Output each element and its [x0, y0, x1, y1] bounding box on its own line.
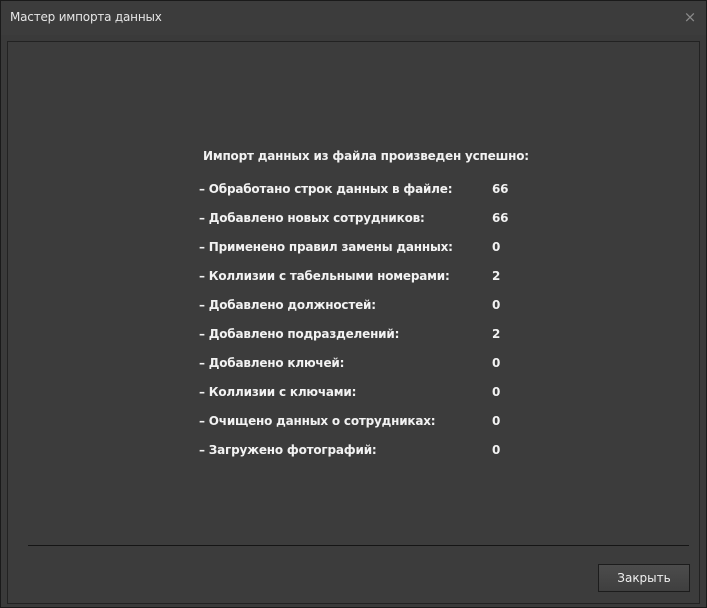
- stat-label: – Добавлено новых сотрудников:: [199, 211, 425, 225]
- close-button[interactable]: Закрыть: [598, 564, 690, 592]
- stat-row: – Добавлено ключей: 0: [199, 356, 532, 385]
- stat-label: – Обработано строк данных в файле:: [199, 182, 453, 196]
- stat-label: – Добавлено ключей:: [199, 356, 345, 370]
- import-wizard-window: Мастер импорта данных × Импорт данных из…: [0, 0, 707, 608]
- stat-label: – Коллизии с ключами:: [199, 385, 357, 399]
- stat-value: 2: [492, 269, 501, 283]
- stat-value: 66: [492, 211, 509, 225]
- stat-row: – Применено правил замены данных: 0: [199, 240, 532, 269]
- stat-row: – Коллизии с табельными номерами: 2: [199, 269, 532, 298]
- stat-value: 0: [492, 443, 501, 457]
- window-title: Мастер импорта данных: [10, 10, 162, 24]
- stat-value: 0: [492, 298, 501, 312]
- stat-label: – Добавлено должностей:: [199, 298, 376, 312]
- stat-value: 0: [492, 385, 501, 399]
- footer-divider: [28, 545, 689, 546]
- stat-value: 0: [492, 240, 501, 254]
- content-panel: Импорт данных из файла произведен успешн…: [7, 41, 700, 604]
- close-icon[interactable]: ×: [680, 7, 700, 27]
- stat-row: – Добавлено новых сотрудников: 66: [199, 211, 532, 240]
- stat-label: – Загружено фотографий:: [199, 443, 377, 457]
- stat-label: – Коллизии с табельными номерами:: [199, 269, 450, 283]
- stat-row: – Очищено данных о сотрудниках: 0: [199, 414, 532, 443]
- title-bar[interactable]: Мастер импорта данных ×: [1, 1, 706, 35]
- stat-row: – Добавлено подразделений: 2: [199, 327, 532, 356]
- stat-label: – Применено правил замены данных:: [199, 240, 453, 254]
- stat-label: – Очищено данных о сотрудниках:: [199, 414, 436, 428]
- stat-row: – Добавлено должностей: 0: [199, 298, 532, 327]
- stat-row: – Обработано строк данных в файле: 66: [199, 182, 532, 211]
- stat-row: – Коллизии с ключами: 0: [199, 385, 532, 414]
- import-stats-list: – Обработано строк данных в файле: 66 – …: [199, 182, 532, 472]
- result-heading: Импорт данных из файла произведен успешн…: [203, 149, 529, 163]
- stat-value: 0: [492, 356, 501, 370]
- stat-value: 0: [492, 414, 501, 428]
- stat-value: 66: [492, 182, 509, 196]
- stat-row: – Загружено фотографий: 0: [199, 443, 532, 472]
- stat-value: 2: [492, 327, 501, 341]
- stat-label: – Добавлено подразделений:: [199, 327, 400, 341]
